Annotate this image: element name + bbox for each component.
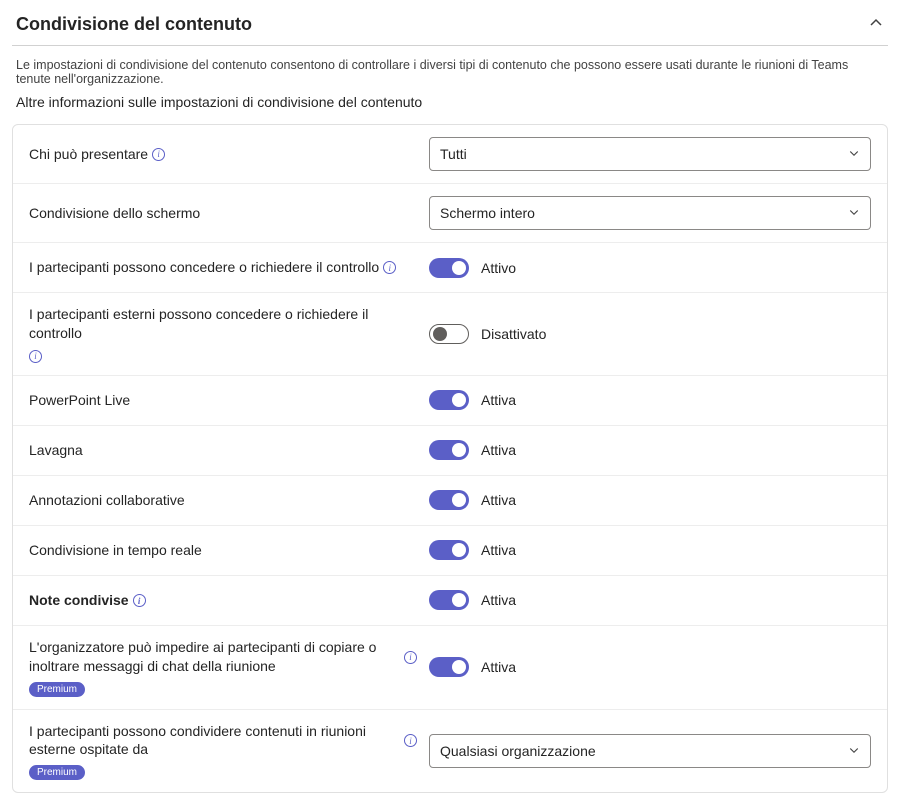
toggle-status: Attiva	[481, 392, 516, 408]
info-icon[interactable]: i	[404, 651, 417, 664]
chevron-down-icon	[848, 743, 860, 759]
row-external-give-request-control: I partecipanti esterni possono concedere…	[13, 293, 887, 376]
toggle-shared-notes[interactable]	[429, 590, 469, 610]
label-powerpoint-live: PowerPoint Live	[29, 391, 417, 410]
chevron-down-icon	[848, 146, 860, 162]
toggle-collab-annotations[interactable]	[429, 490, 469, 510]
section-header[interactable]: Condivisione del contenuto	[12, 8, 888, 46]
row-restrict-copy-forward: L'organizzatore può impedire ai partecip…	[13, 626, 887, 710]
toggle-give-request-control[interactable]	[429, 258, 469, 278]
label-external-give-request-control: I partecipanti esterni possono concedere…	[29, 305, 417, 343]
premium-badge: Premium	[29, 765, 85, 780]
info-icon[interactable]: i	[383, 261, 396, 274]
row-shared-notes: Note condivise i Attiva	[13, 576, 887, 626]
toggle-external-give-request-control[interactable]	[429, 324, 469, 344]
section-title: Condivisione del contenuto	[16, 14, 252, 35]
label-who-can-present: Chi può presentare i	[29, 145, 417, 164]
label-shared-notes: Note condivise i	[29, 591, 417, 610]
row-share-external-meetings: I partecipanti possono condividere conte…	[13, 710, 887, 793]
toggle-whiteboard[interactable]	[429, 440, 469, 460]
toggle-status: Disattivato	[481, 326, 546, 342]
label-give-request-control: I partecipanti possono concedere o richi…	[29, 258, 417, 277]
label-live-share: Condivisione in tempo reale	[29, 541, 417, 560]
label-restrict-copy-forward: L'organizzatore può impedire ai partecip…	[29, 638, 417, 676]
toggle-restrict-copy-forward[interactable]	[429, 657, 469, 677]
toggle-live-share[interactable]	[429, 540, 469, 560]
section-description: Le impostazioni di condivisione del cont…	[16, 58, 884, 86]
row-whiteboard: Lavagna Attiva	[13, 426, 887, 476]
info-icon[interactable]: i	[29, 350, 42, 363]
label-whiteboard: Lavagna	[29, 441, 417, 460]
toggle-status: Attiva	[481, 659, 516, 675]
row-give-request-control: I partecipanti possono concedere o richi…	[13, 243, 887, 293]
select-value: Schermo intero	[440, 205, 535, 221]
toggle-status: Attiva	[481, 542, 516, 558]
select-screen-sharing[interactable]: Schermo intero	[429, 196, 871, 230]
row-screen-sharing: Condivisione dello schermo Schermo inter…	[13, 184, 887, 243]
select-who-can-present[interactable]: Tutti	[429, 137, 871, 171]
settings-panel: Chi può presentare i Tutti Condivisione …	[12, 124, 888, 793]
row-live-share: Condivisione in tempo reale Attiva	[13, 526, 887, 576]
select-value: Qualsiasi organizzazione	[440, 743, 596, 759]
toggle-status: Attiva	[481, 442, 516, 458]
row-who-can-present: Chi può presentare i Tutti	[13, 125, 887, 184]
select-value: Tutti	[440, 146, 467, 162]
toggle-status: Attiva	[481, 592, 516, 608]
chevron-down-icon	[848, 205, 860, 221]
row-collab-annotations: Annotazioni collaborative Attiva	[13, 476, 887, 526]
info-icon[interactable]: i	[404, 734, 417, 747]
label-screen-sharing: Condivisione dello schermo	[29, 204, 417, 223]
info-icon[interactable]: i	[133, 594, 146, 607]
more-info-link[interactable]: Altre informazioni sulle impostazioni di…	[16, 94, 884, 110]
toggle-status: Attivo	[481, 260, 516, 276]
row-powerpoint-live: PowerPoint Live Attiva	[13, 376, 887, 426]
toggle-powerpoint-live[interactable]	[429, 390, 469, 410]
label-collab-annotations: Annotazioni collaborative	[29, 491, 417, 510]
premium-badge: Premium	[29, 682, 85, 697]
toggle-status: Attiva	[481, 492, 516, 508]
info-icon[interactable]: i	[152, 148, 165, 161]
select-share-external-meetings[interactable]: Qualsiasi organizzazione	[429, 734, 871, 768]
label-share-external-meetings: I partecipanti possono condividere conte…	[29, 722, 417, 760]
chevron-up-icon	[868, 15, 884, 34]
